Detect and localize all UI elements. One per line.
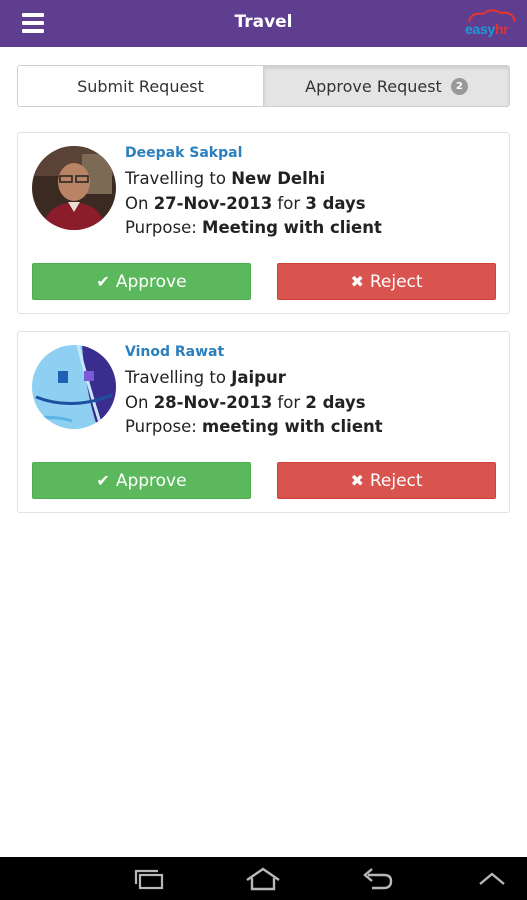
- date-line: On 28-Nov-2013 for 2 days: [125, 392, 366, 412]
- travel-duration: 2 days: [305, 392, 366, 412]
- travel-date: 27-Nov-2013: [153, 193, 273, 213]
- reject-button[interactable]: ✖ Reject: [277, 462, 496, 499]
- employee-name[interactable]: Vinod Rawat: [125, 344, 499, 360]
- reject-button[interactable]: ✖ Reject: [277, 263, 496, 300]
- chevron-up-icon[interactable]: [472, 866, 512, 892]
- date-line: On 27-Nov-2013 for 3 days: [125, 193, 366, 213]
- purpose-line: Purpose: meeting with client: [125, 417, 383, 436]
- destination-line: Travelling to New Delhi: [125, 169, 326, 188]
- request-card: Deepak Sakpal Travelling to New Delhi On…: [17, 132, 510, 314]
- easyhr-logo: easyhr: [461, 8, 519, 40]
- employee-name[interactable]: Deepak Sakpal: [125, 145, 499, 161]
- request-info: Deepak Sakpal Travelling to New Delhi On…: [125, 145, 499, 241]
- purpose-line: Purpose: Meeting with client: [125, 218, 382, 237]
- approve-button[interactable]: ✔ Approve: [32, 263, 251, 300]
- reject-label: Reject: [369, 271, 423, 292]
- tab-approve-request[interactable]: Approve Request 2: [263, 66, 509, 106]
- travel-duration: 3 days: [305, 193, 366, 213]
- avatar: [32, 345, 116, 429]
- approve-label: Approve: [115, 271, 187, 292]
- logo-text: easyhr: [465, 21, 509, 37]
- times-icon: ✖: [350, 471, 364, 490]
- home-icon[interactable]: [243, 866, 283, 892]
- back-icon[interactable]: [358, 866, 398, 892]
- finder-face-icon: [32, 345, 116, 429]
- recent-apps-icon[interactable]: [130, 866, 170, 892]
- approve-button[interactable]: ✔ Approve: [32, 462, 251, 499]
- avatar: [32, 146, 116, 230]
- system-navigation-bar: [0, 857, 527, 900]
- check-icon: ✔: [96, 471, 110, 490]
- destination: New Delhi: [231, 169, 326, 188]
- tab-label: Submit Request: [77, 76, 204, 96]
- destination-line: Travelling to Jaipur: [125, 368, 286, 387]
- pending-count-badge: 2: [450, 77, 468, 95]
- request-tabs: Submit Request Approve Request 2: [17, 65, 510, 107]
- reject-label: Reject: [369, 470, 423, 491]
- page-title: Travel: [234, 12, 293, 32]
- app-header: Travel easyhr: [0, 0, 527, 47]
- approve-label: Approve: [115, 470, 187, 491]
- tab-submit-request[interactable]: Submit Request: [18, 66, 263, 106]
- travel-date: 28-Nov-2013: [153, 392, 273, 412]
- travel-purpose: meeting with client: [202, 417, 383, 436]
- request-info: Vinod Rawat Travelling to Jaipur On 28-N…: [125, 344, 499, 440]
- user-photo-icon: [32, 146, 116, 230]
- check-icon: ✔: [96, 272, 110, 291]
- tab-label: Approve Request: [305, 76, 442, 96]
- times-icon: ✖: [350, 272, 364, 291]
- travel-purpose: Meeting with client: [202, 218, 382, 237]
- destination: Jaipur: [231, 368, 286, 387]
- request-card: Vinod Rawat Travelling to Jaipur On 28-N…: [17, 331, 510, 513]
